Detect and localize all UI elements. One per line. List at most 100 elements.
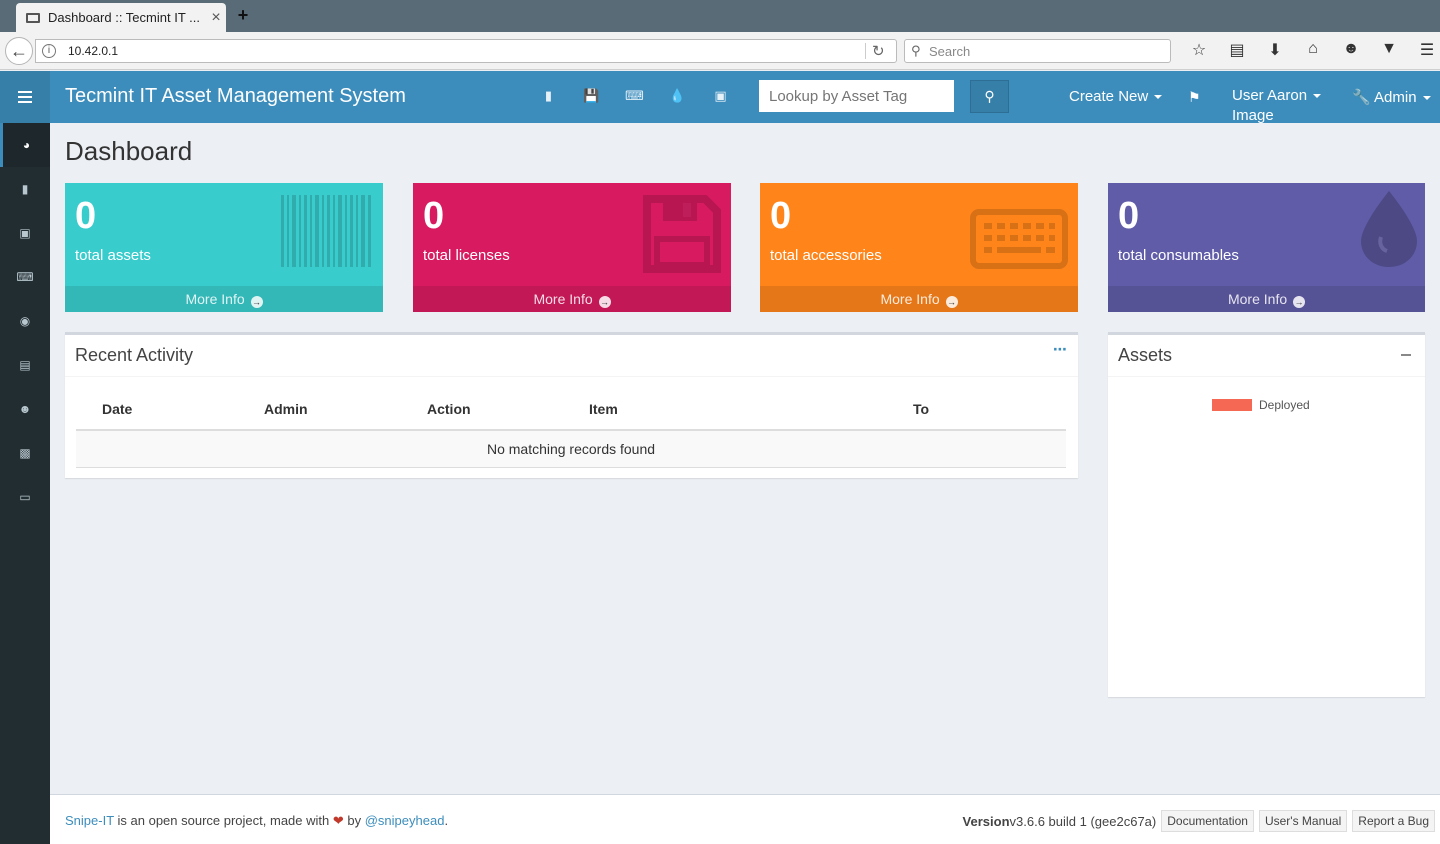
browser-nav-bar: ← i 10.42.0.1 ↻ ⚲ Search ☆ ▤ ⬇ ⌂ ☻ ▼ ☰ — [0, 32, 1440, 70]
floppy-disk-icon[interactable]: 💾 — [570, 88, 613, 104]
sidebar-item-reports[interactable]: ▩ — [0, 431, 50, 475]
app-brand[interactable]: Tecmint IT Asset Management System — [65, 85, 406, 108]
total-accessories-more-info-link[interactable]: More Info → — [760, 286, 1078, 312]
floppy-disk-icon — [643, 195, 721, 273]
new-tab-icon[interactable]: + — [234, 6, 252, 24]
browser-tab[interactable]: Dashboard :: Tecmint IT ... × — [16, 3, 226, 32]
menu-icon[interactable]: ☰ — [1408, 40, 1440, 60]
keyboard-icon — [970, 209, 1068, 269]
download-icon[interactable]: ⬇ — [1256, 40, 1294, 60]
total-consumables-label: total consumables — [1118, 247, 1239, 264]
total-assets-more-info-link[interactable]: More Info → — [65, 286, 383, 312]
users-manual-button[interactable]: User's Manual — [1258, 810, 1348, 832]
more-options-icon[interactable]: ⋯ — [1053, 341, 1068, 358]
users-icon: ☻ — [18, 402, 32, 416]
column-header-action[interactable]: Action — [401, 390, 563, 431]
sidebar-item-people[interactable]: ☻ — [0, 387, 50, 431]
admin-label: Admin — [1374, 89, 1417, 106]
arrow-circle-right-icon: → — [250, 296, 263, 308]
user-name: User Aaron — [1232, 87, 1308, 104]
footer-credits: Snipe-IT is an open source project, made… — [65, 813, 448, 829]
footer-version-area: Version v3.6.6 build 1 (gee2c67a) Docume… — [963, 810, 1435, 832]
user-dropdown[interactable]: User Aaron Image — [1232, 86, 1322, 126]
snipe-it-link[interactable]: Snipe-IT — [65, 813, 114, 828]
tint-drop-icon[interactable]: 💧 — [656, 88, 699, 104]
admin-dropdown[interactable]: 🔧 Admin — [1352, 88, 1431, 106]
column-header-admin[interactable]: Admin — [238, 390, 401, 431]
column-header-item[interactable]: Item — [563, 390, 887, 431]
lookup-search-button[interactable]: ⚲ — [970, 80, 1009, 113]
sidebar-item-accessories[interactable]: ⌨ — [0, 255, 50, 299]
total-licenses-box: 0 total licenses More Info → — [413, 183, 731, 312]
sidebar-item-dashboard[interactable]: ◕ — [0, 123, 50, 167]
keyboard-icon[interactable]: ⌨ — [613, 88, 656, 104]
barcode-icon[interactable]: ▮ — [527, 88, 570, 104]
header-quick-links: ▮ 💾 ⌨ 💧 ▣ — [527, 88, 742, 104]
total-licenses-label: total licenses — [423, 247, 510, 264]
flag-icon[interactable]: ⚑ — [1188, 89, 1201, 106]
reload-icon[interactable]: ↻ — [872, 42, 885, 60]
create-new-dropdown[interactable]: Create New — [1069, 88, 1163, 105]
back-arrow-icon[interactable]: ← — [5, 37, 33, 65]
chat-icon[interactable]: ☻ — [1332, 40, 1370, 60]
assets-panel: Assets Deployed — [1108, 332, 1425, 697]
report-bug-button[interactable]: Report a Bug — [1352, 810, 1435, 832]
reading-list-icon[interactable]: ▤ — [1218, 40, 1256, 60]
arrow-circle-right-icon: → — [945, 296, 958, 308]
assets-chart-legend: Deployed — [1212, 398, 1310, 412]
url-bar[interactable]: i 10.42.0.1 ↻ — [35, 39, 897, 63]
info-icon[interactable]: i — [42, 44, 56, 58]
version-label: Version — [962, 813, 1010, 829]
url-text[interactable]: 10.42.0.1 — [68, 44, 118, 58]
caret-down-icon — [1154, 95, 1163, 100]
home-icon[interactable]: ⌂ — [1294, 40, 1332, 60]
total-accessories-box: 0 total accessories More Info → — [760, 183, 1078, 312]
laptop-icon: ▭ — [19, 490, 31, 504]
total-assets-label: total assets — [75, 247, 151, 264]
sidebar-item-consumables[interactable]: ◉ — [0, 299, 50, 343]
close-tab-icon[interactable]: × — [206, 9, 226, 27]
hamburger-icon — [18, 91, 32, 103]
sidebar-item-assets[interactable]: ▮ — [0, 167, 50, 211]
collapse-minus-icon[interactable] — [1401, 354, 1411, 356]
hdd-icon[interactable]: ▣ — [699, 88, 742, 104]
floppy-disk-icon: ▣ — [19, 226, 31, 240]
table-header-row: Date Admin Action Item To — [76, 390, 1066, 431]
sidebar-item-requestable[interactable]: ▭ — [0, 475, 50, 519]
page-footer: Snipe-IT is an open source project, made… — [50, 794, 1440, 844]
page-title: Dashboard — [65, 136, 193, 166]
assets-panel-title: Assets — [1118, 345, 1173, 365]
search-icon: ⚲ — [984, 88, 995, 104]
column-header-to[interactable]: To — [887, 390, 1066, 431]
tint-drop-icon: ◉ — [19, 314, 31, 328]
caret-down-icon — [1422, 96, 1431, 101]
total-accessories-label: total accessories — [770, 247, 882, 264]
author-link[interactable]: @snipeyhead — [365, 813, 445, 828]
bookmark-star-icon[interactable]: ☆ — [1180, 40, 1218, 60]
total-licenses-more-info-link[interactable]: More Info → — [413, 286, 731, 312]
arrow-circle-right-icon: → — [598, 296, 611, 308]
arrow-circle-right-icon: → — [1293, 296, 1306, 308]
recent-activity-table: Date Admin Action Item To No matching re… — [76, 390, 1066, 468]
panel-divider — [65, 376, 1078, 377]
asset-tag-lookup-input[interactable] — [759, 80, 954, 112]
sidebar-toggle-button[interactable] — [0, 71, 50, 123]
browser-search-input[interactable]: ⚲ Search — [904, 39, 1171, 63]
total-consumables-more-info-link[interactable]: More Info → — [1108, 286, 1425, 312]
app-header: Tecmint IT Asset Management System ▮ 💾 ⌨… — [0, 71, 1440, 126]
pocket-icon[interactable]: ▼ — [1370, 40, 1408, 60]
recent-activity-panel: Recent Activity ⋯ Date Admin Action Item… — [65, 332, 1078, 478]
browser-search-placeholder: Search — [929, 44, 971, 59]
dashboard-gauge-icon: ◕ — [22, 138, 31, 152]
sidebar-item-licenses[interactable]: ▣ — [0, 211, 50, 255]
wrench-icon: 🔧 — [1352, 89, 1371, 106]
legend-swatch — [1212, 399, 1252, 411]
more-info-label: More Info — [1227, 291, 1288, 307]
tint-drop-icon — [1361, 191, 1417, 267]
user-image-text: Image — [1232, 107, 1274, 124]
total-consumables-count: 0 — [1118, 195, 1140, 237]
version-text: v3.6.6 build 1 (gee2c67a) — [1009, 813, 1157, 829]
documentation-button[interactable]: Documentation — [1161, 810, 1254, 832]
sidebar-item-components[interactable]: ▤ — [0, 343, 50, 387]
column-header-date[interactable]: Date — [76, 390, 238, 431]
